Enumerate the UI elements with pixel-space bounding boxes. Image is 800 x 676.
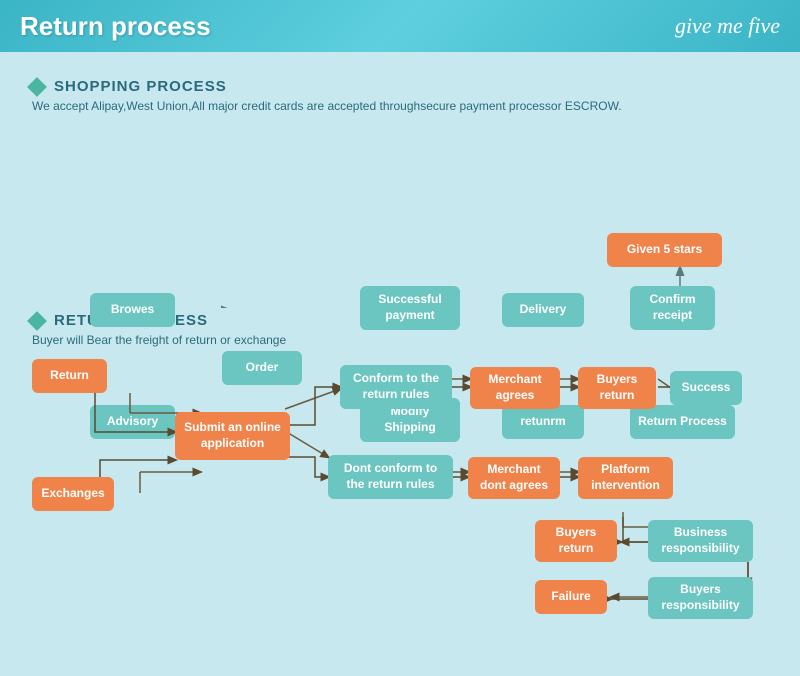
shopping-subtitle: We accept Alipay,West Union,All major cr… [32, 99, 770, 113]
business-resp-box: Business responsibility [648, 520, 753, 562]
browes-box: Browes [90, 293, 175, 327]
successful-box: Successful payment [360, 286, 460, 330]
shopping-arrows [30, 123, 770, 308]
confirm-box: Confirm receipt [630, 286, 715, 330]
diamond-icon [27, 77, 47, 97]
main-content: SHOPPING PROCESS We accept Alipay,West U… [0, 52, 800, 676]
shopping-flow: Given 5 stars Browes Successful payment … [30, 123, 770, 308]
buyers-return2-box: Buyers return [535, 520, 617, 562]
return-box: Return [32, 359, 107, 393]
merchant-dont-box: Merchant dont agrees [468, 457, 560, 499]
failure-box: Failure [535, 580, 607, 614]
buyers-return1-box: Buyers return [578, 367, 656, 409]
conform-box: Conform to the return rules [340, 365, 452, 409]
exchanges-box: Exchanges [32, 477, 114, 511]
header: Return process give me five [0, 0, 800, 52]
return-flow: Return Submit an online application Exch… [30, 357, 780, 652]
platform-box: Platform intervention [578, 457, 673, 499]
shopping-title: SHOPPING PROCESS [54, 78, 227, 95]
logo: give me five [675, 13, 780, 39]
submit-app-box: Submit an online application [175, 412, 290, 460]
delivery-box: Delivery [502, 293, 584, 327]
given5-box: Given 5 stars [607, 233, 722, 267]
success-box: Success [670, 371, 742, 405]
page-title: Return process [20, 11, 211, 42]
diamond-icon2 [27, 311, 47, 331]
buyers-resp-box: Buyers responsibility [648, 577, 753, 619]
return-subtitle: Buyer will Bear the freight of return or… [32, 333, 770, 347]
dont-conform-box: Dont conform to the return rules [328, 455, 453, 499]
merchant-agrees-box: Merchant agrees [470, 367, 560, 409]
shopping-section-header: SHOPPING PROCESS [30, 78, 770, 95]
